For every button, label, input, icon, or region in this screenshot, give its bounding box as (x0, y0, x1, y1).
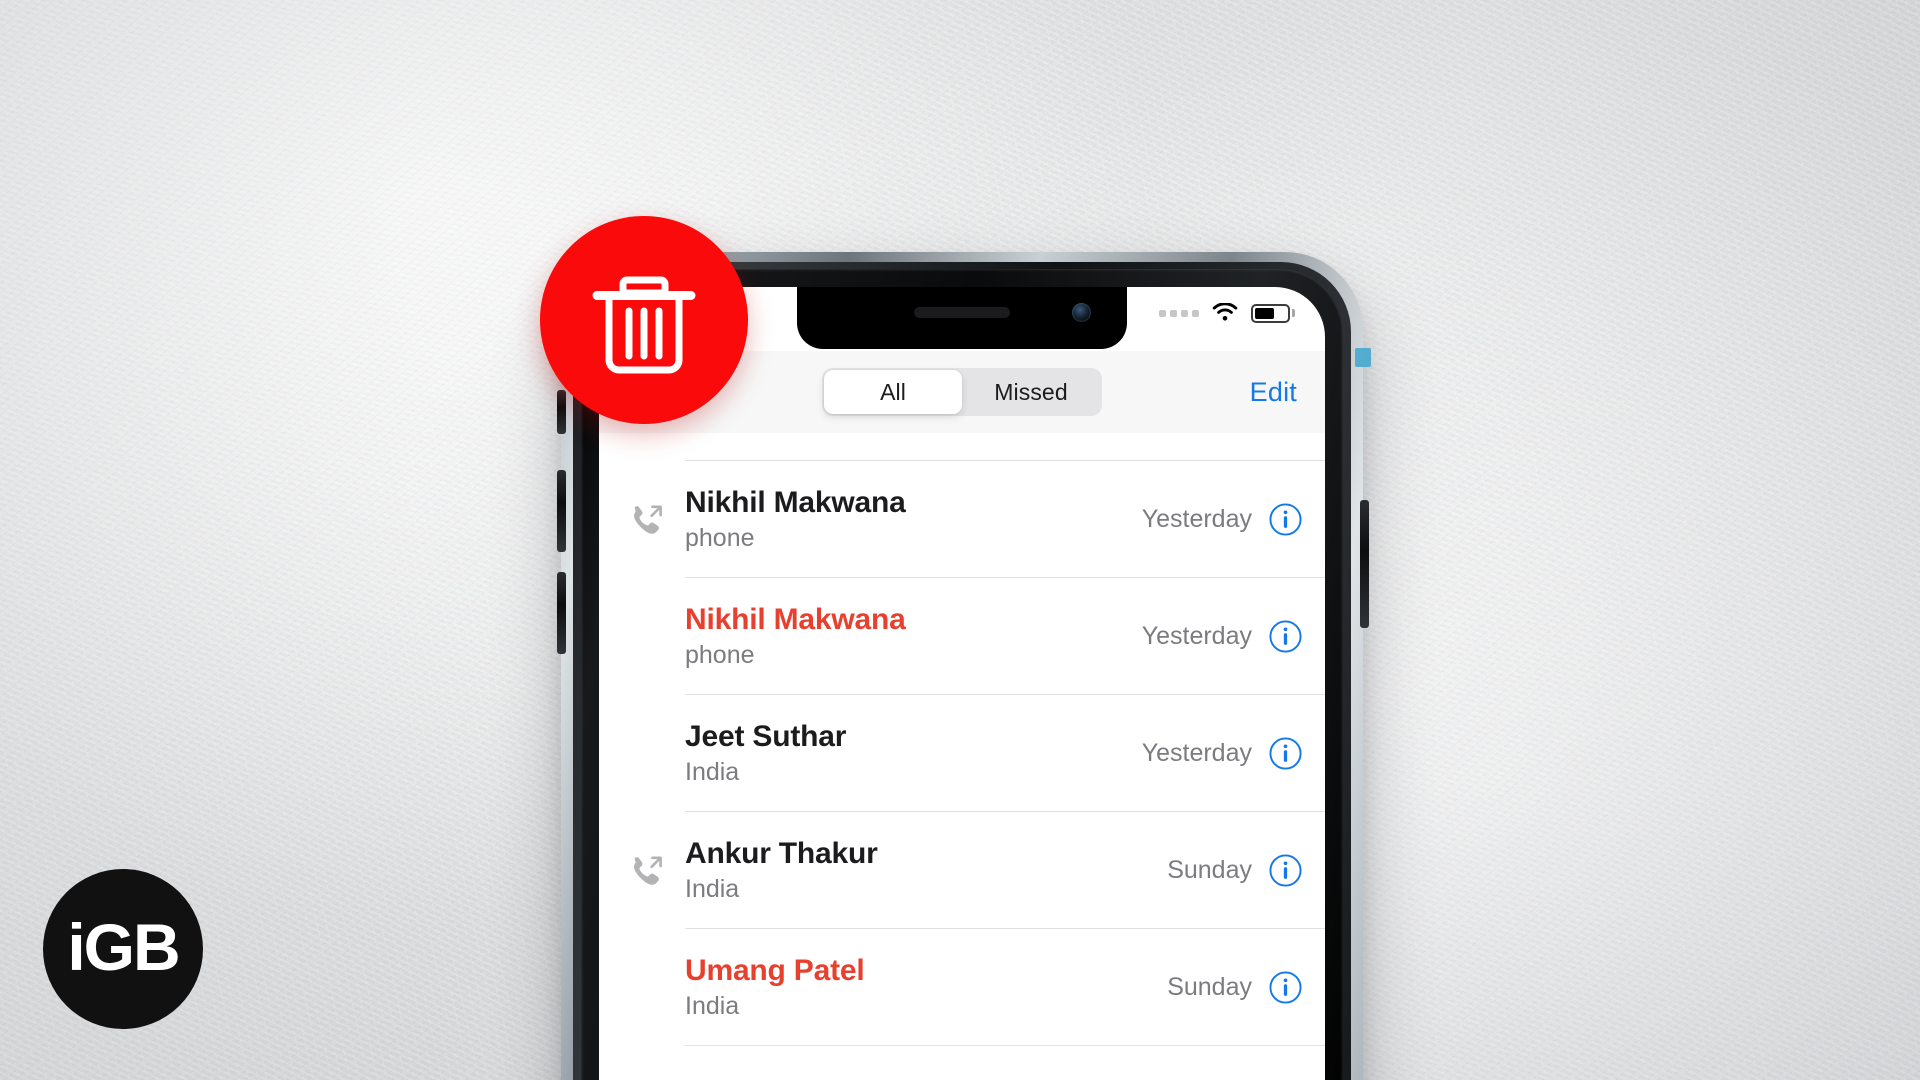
notch (797, 287, 1127, 349)
caller-name: Nikhil Makwana (685, 603, 906, 637)
caller-subtitle: India (685, 757, 740, 786)
delete-badge[interactable] (540, 216, 748, 424)
info-icon[interactable] (1268, 853, 1303, 888)
status-bar (1159, 303, 1295, 323)
list-item-partial[interactable]: India (599, 433, 1325, 461)
outgoing-call-icon (629, 503, 665, 537)
tab-all[interactable]: All (824, 370, 962, 414)
speaker-grille-icon (914, 307, 1010, 318)
caller-subtitle: phone (685, 523, 755, 552)
outgoing-call-icon (629, 854, 665, 888)
call-time: Yesterday (1141, 622, 1252, 650)
caller-name: Ankur Thakur (685, 837, 878, 871)
front-camera-icon (1072, 303, 1091, 322)
volume-up-button[interactable] (557, 470, 566, 552)
igb-logo-text: iGB (67, 910, 180, 984)
call-time: Sunday (1167, 973, 1252, 1001)
segmented-control[interactable]: All Missed (822, 368, 1102, 416)
table-row[interactable]: Jeet Suthar India Yesterday (599, 695, 1325, 812)
call-time: Yesterday (1141, 739, 1252, 767)
row-divider (685, 1045, 1325, 1046)
table-row[interactable]: Nikhil Makwana phone Yesterday (599, 461, 1325, 578)
tab-missed[interactable]: Missed (962, 370, 1100, 414)
power-button[interactable] (1360, 500, 1369, 628)
igb-logo: iGB (43, 869, 203, 1029)
phone-screen: All Missed Edit India (599, 287, 1325, 1080)
table-row[interactable]: Ankur Thakur India Sunday (599, 812, 1325, 929)
caller-subtitle: India (685, 874, 740, 903)
call-time: Yesterday (1141, 505, 1252, 533)
edit-button[interactable]: Edit (1250, 377, 1297, 408)
caller-name: Umang Patel (685, 954, 865, 988)
info-icon[interactable] (1268, 970, 1303, 1005)
signal-dots-icon (1159, 309, 1199, 317)
caller-subtitle: India (685, 991, 740, 1020)
wifi-icon (1212, 303, 1238, 321)
info-icon[interactable] (1268, 619, 1303, 654)
caller-name: Nikhil Makwana (685, 486, 906, 520)
caller-subtitle: phone (685, 640, 755, 669)
caller-name: Jeet Suthar (685, 720, 847, 754)
table-row[interactable]: Umang Patel India Sunday (599, 929, 1325, 1046)
mute-switch[interactable] (557, 390, 566, 434)
scene: All Missed Edit India (0, 0, 1920, 1080)
frame-accent-right (1355, 348, 1371, 367)
table-row[interactable]: Nikhil Makwana phone Yesterday (599, 578, 1325, 695)
trash-icon (592, 276, 696, 374)
info-icon[interactable] (1268, 736, 1303, 771)
volume-down-button[interactable] (557, 572, 566, 654)
info-icon[interactable] (1268, 502, 1303, 537)
battery-icon (1251, 303, 1295, 323)
call-time: Sunday (1167, 856, 1252, 884)
call-history-list[interactable]: India Nikhil Makwana phone (599, 433, 1325, 1080)
